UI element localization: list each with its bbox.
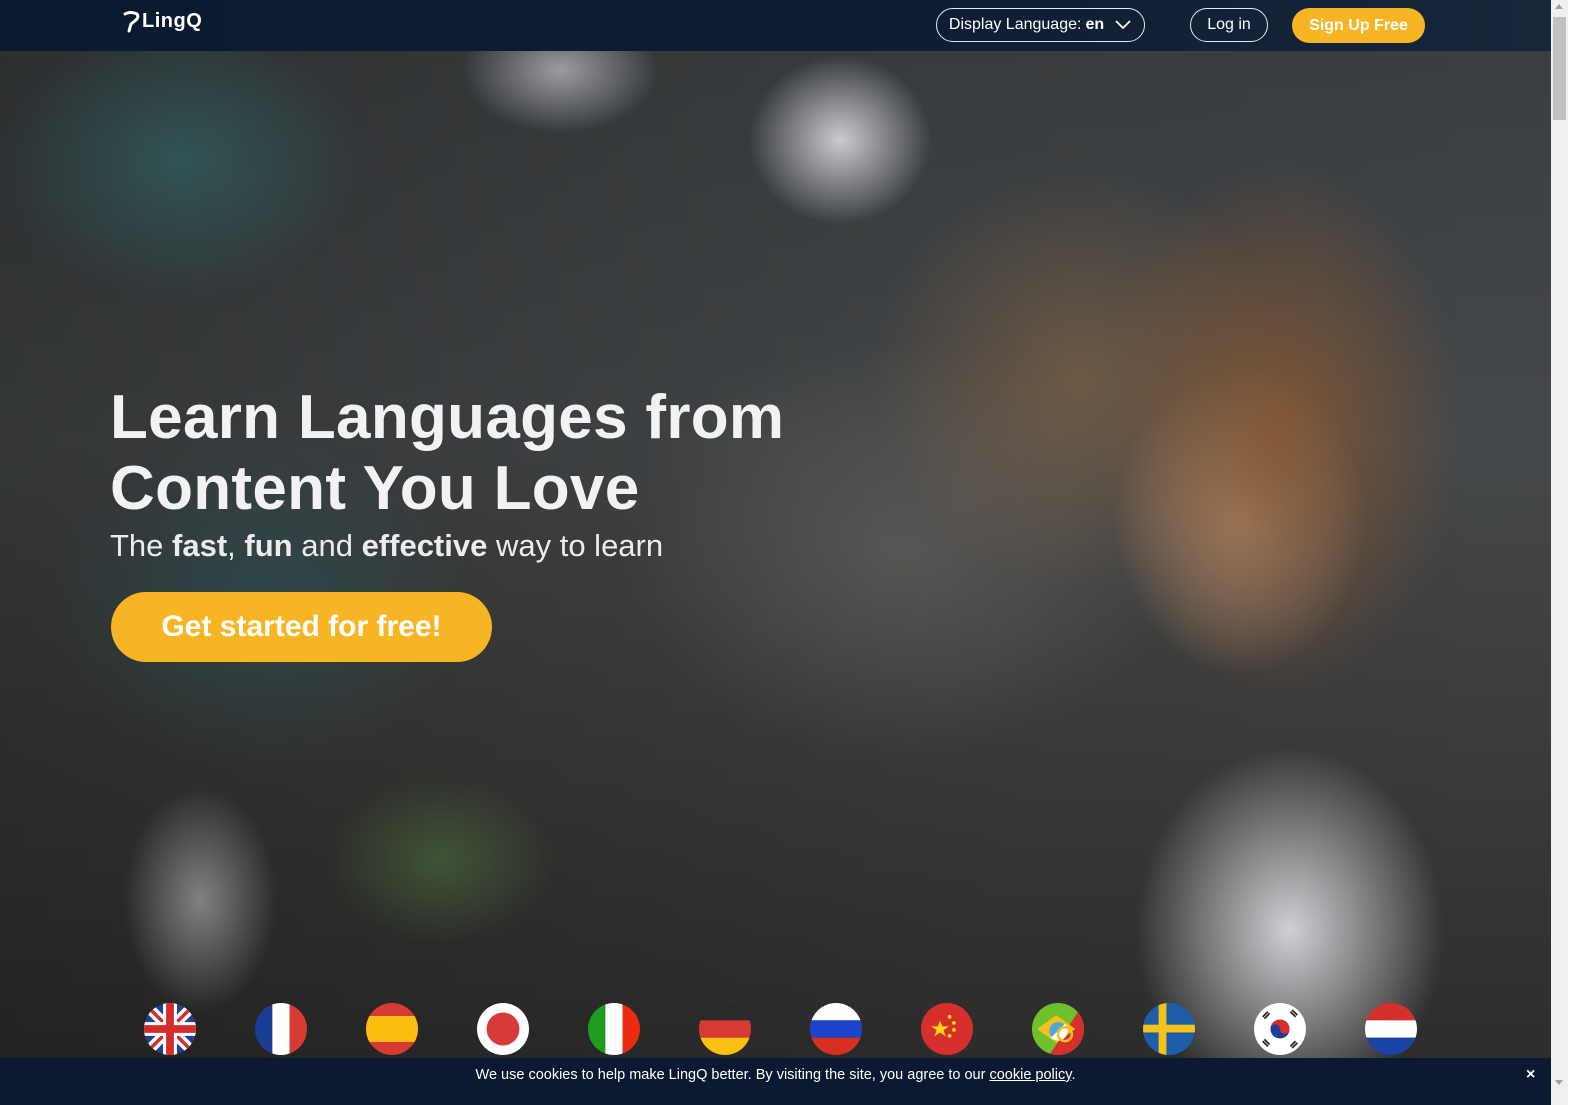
logo-pin-icon: [123, 10, 140, 32]
italy-flag-icon[interactable]: [588, 1003, 640, 1055]
lingq-logo[interactable]: LingQ: [122, 10, 202, 33]
window-edge: [1568, 0, 1584, 1105]
subtitle-text: The: [110, 528, 173, 563]
hero-title-line1: Learn Languages from: [110, 383, 785, 452]
cookie-text: We use cookies to help make LingQ better…: [475, 1067, 990, 1083]
sweden-flag-icon[interactable]: [1143, 1003, 1195, 1055]
scroll-up-arrow-icon[interactable]: [1555, 4, 1563, 9]
china-flag-icon[interactable]: [921, 1003, 973, 1055]
subtitle-bold-fun: fun: [244, 528, 293, 563]
signup-button[interactable]: Sign Up Free: [1292, 8, 1425, 43]
display-language-dropdown[interactable]: Display Language: en: [936, 8, 1145, 42]
hero-title-line2: Content You Love: [110, 454, 640, 523]
cookie-message: We use cookies to help make LingQ better…: [0, 1067, 1551, 1083]
subtitle-bold-fast: fast: [172, 528, 228, 563]
top-navigation-bar: LingQ Display Language: en Log in Sign U…: [0, 0, 1551, 51]
subtitle-bold-effective: effective: [361, 528, 488, 563]
display-language-value: en: [1085, 16, 1105, 33]
chevron-down-icon: [1115, 20, 1131, 30]
logo-text: LingQ: [142, 10, 203, 32]
cookie-policy-link[interactable]: cookie policy: [989, 1067, 1071, 1083]
subtitle-text: and: [292, 528, 362, 563]
cookie-text-suffix: .: [1071, 1067, 1076, 1083]
close-icon[interactable]: ×: [1526, 1066, 1535, 1084]
subtitle-text: way to learn: [487, 528, 664, 563]
scroll-down-arrow-icon[interactable]: [1555, 1080, 1563, 1085]
get-started-button[interactable]: Get started for free!: [111, 592, 492, 662]
login-button[interactable]: Log in: [1190, 8, 1268, 42]
scrollbar-thumb[interactable]: [1553, 17, 1566, 120]
page: LingQ Display Language: en Log in Sign U…: [0, 0, 1551, 1105]
vertical-scrollbar[interactable]: [1551, 0, 1568, 1105]
spain-flag-icon[interactable]: [366, 1003, 418, 1055]
korea-flag-icon[interactable]: [1254, 1003, 1306, 1055]
japan-flag-icon[interactable]: [477, 1003, 529, 1055]
germany-flag-icon[interactable]: [699, 1003, 751, 1055]
france-flag-icon[interactable]: [255, 1003, 307, 1055]
netherlands-flag-icon[interactable]: [1365, 1003, 1417, 1055]
cookie-banner: We use cookies to help make LingQ better…: [0, 1058, 1551, 1105]
hero-title: Learn Languages from Content You Love: [110, 382, 784, 524]
uk-flag-icon[interactable]: [144, 1003, 196, 1055]
subtitle-text: ,: [227, 528, 245, 563]
russia-flag-icon[interactable]: [810, 1003, 862, 1055]
brazil-portugal-flag-icon[interactable]: [1032, 1003, 1084, 1055]
hero-subtitle: The fast, fun and effective way to learn: [110, 528, 663, 564]
display-language-label: Display Language:: [948, 16, 1082, 33]
